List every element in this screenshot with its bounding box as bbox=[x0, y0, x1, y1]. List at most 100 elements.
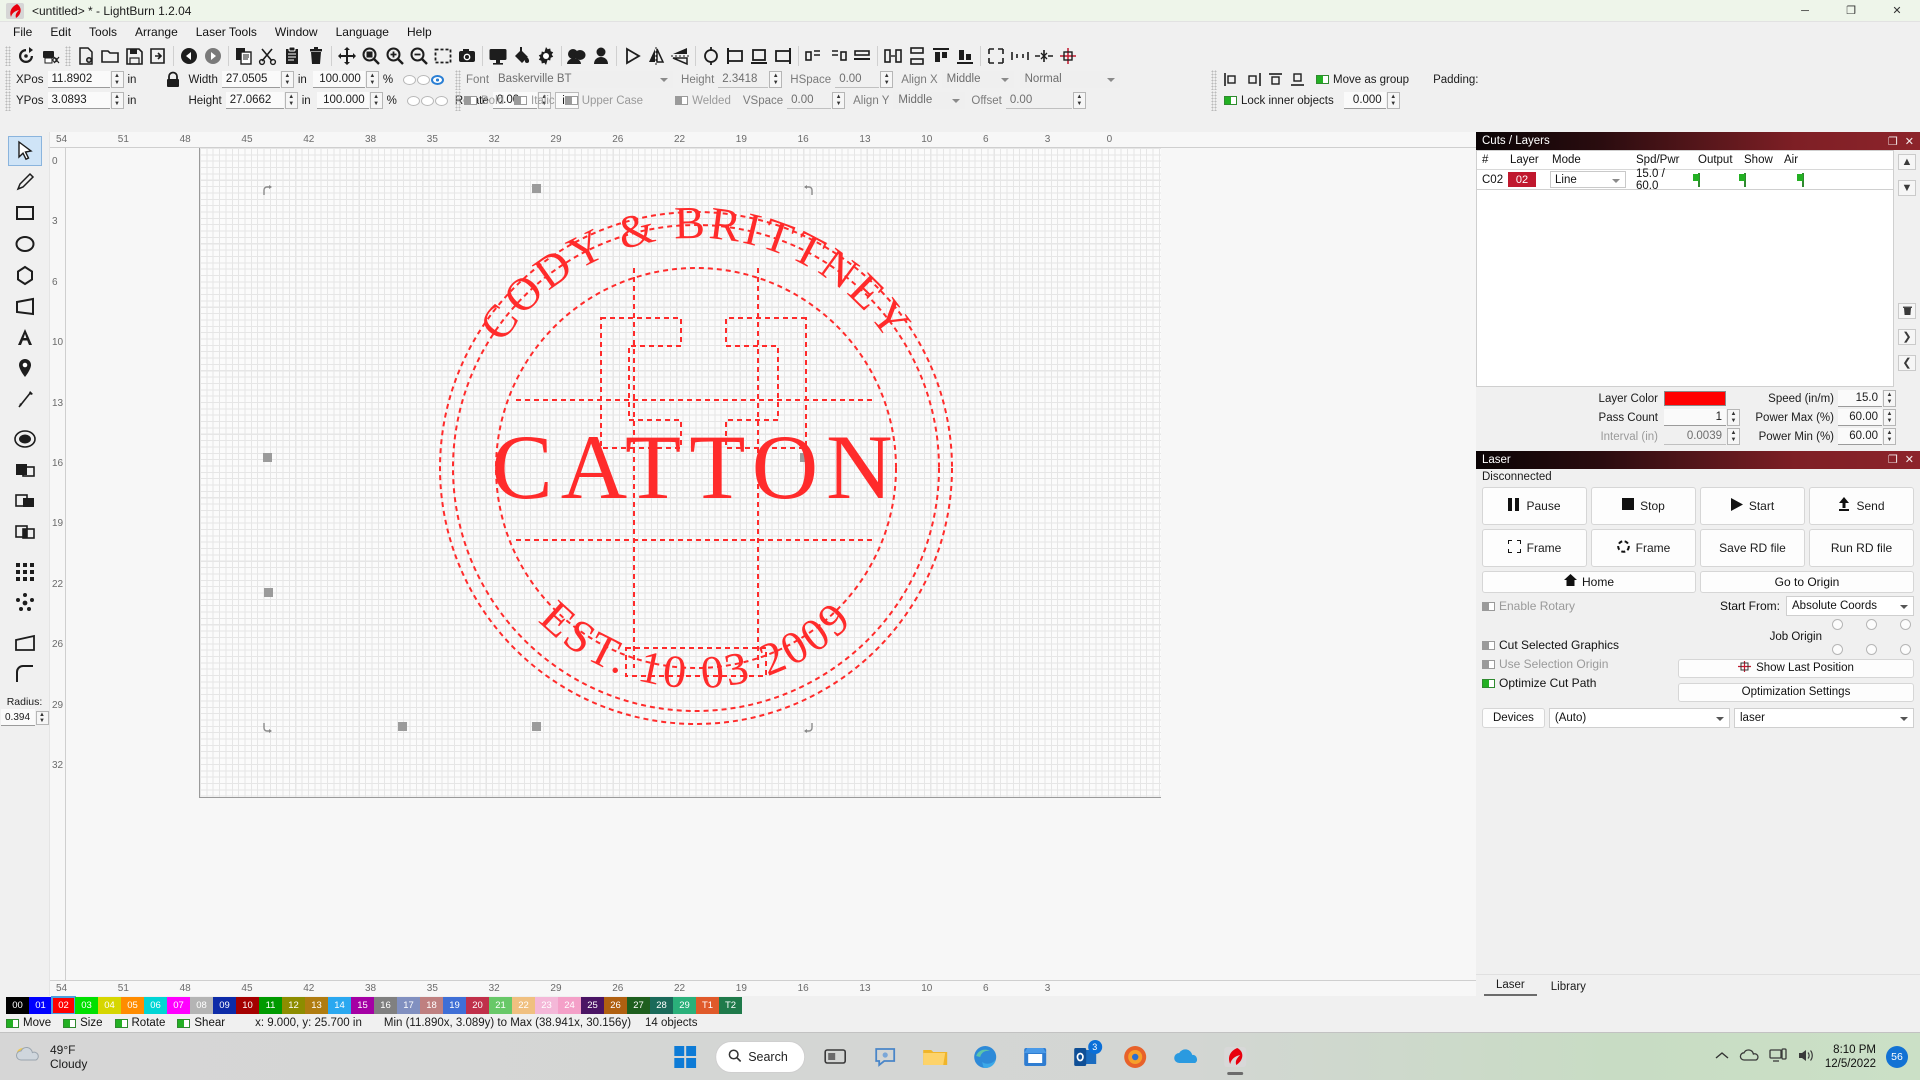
network-icon[interactable] bbox=[1769, 1047, 1787, 1066]
prop-grip-2[interactable] bbox=[5, 90, 11, 111]
group-align-top-icon[interactable] bbox=[1264, 70, 1286, 89]
palette-color-16[interactable]: 16 bbox=[374, 996, 397, 1014]
center-icon[interactable] bbox=[1056, 44, 1080, 68]
align-right-icon[interactable] bbox=[771, 44, 795, 68]
move-layer-right-icon[interactable]: ❯ bbox=[1898, 328, 1916, 345]
spacing-icon[interactable] bbox=[1032, 44, 1056, 68]
group-icon[interactable] bbox=[565, 44, 589, 68]
start-button[interactable]: Start bbox=[1700, 486, 1805, 525]
resize-handle-left[interactable] bbox=[263, 453, 272, 462]
width-percent-spinner[interactable]: ▲ ▼ bbox=[365, 71, 379, 88]
width-spinner[interactable]: ▲ ▼ bbox=[280, 71, 294, 88]
show-last-position-button[interactable]: Show Last Position bbox=[1678, 658, 1914, 678]
align-bottoms-icon[interactable] bbox=[953, 44, 977, 68]
group-align-left-icon[interactable] bbox=[1220, 70, 1242, 89]
menu-item-file[interactable]: File bbox=[4, 23, 41, 41]
optimize-cut-path-row[interactable]: Optimize Cut Path bbox=[1482, 674, 1670, 693]
file-explorer-icon[interactable] bbox=[915, 1037, 955, 1077]
array-grid-icon[interactable] bbox=[8, 557, 42, 587]
delete-icon[interactable] bbox=[304, 44, 328, 68]
palette-color-13[interactable]: 13 bbox=[305, 996, 328, 1014]
padding-spinner[interactable]: ▲ ▼ bbox=[1386, 92, 1400, 109]
welded-checkbox[interactable]: Welded bbox=[675, 95, 731, 107]
start-windows-icon[interactable] bbox=[665, 1037, 705, 1077]
palette-color-24[interactable]: 24 bbox=[558, 996, 581, 1014]
settings-icon[interactable] bbox=[534, 44, 558, 68]
palette-color-20[interactable]: 20 bbox=[466, 996, 489, 1014]
italic-checkbox[interactable]: Italic bbox=[514, 95, 555, 107]
padding-input[interactable]: 0.000 bbox=[1343, 92, 1386, 109]
weld-icon[interactable] bbox=[8, 628, 42, 658]
palette-color-22[interactable]: 22 bbox=[512, 996, 535, 1014]
ruler-top[interactable]: 54 51 48 45 42 38 35 32 29 26 22 19 16 13 10 6 3 0 bbox=[50, 132, 1476, 148]
font-height-spinner[interactable]: ▲ ▼ bbox=[769, 71, 783, 88]
palette-color-21[interactable]: 21 bbox=[489, 996, 512, 1014]
width-percent-input[interactable]: 100.000 bbox=[312, 71, 365, 88]
flood-fill-icon[interactable] bbox=[510, 44, 534, 68]
move-tool-icon[interactable] bbox=[335, 44, 359, 68]
toolbar-grip-2[interactable] bbox=[65, 45, 71, 66]
palette-color-25[interactable]: 25 bbox=[581, 996, 604, 1014]
resize-handle-left-lower[interactable] bbox=[264, 588, 273, 597]
palette-color-02[interactable]: 02 bbox=[51, 995, 76, 1015]
ypos-spinner[interactable]: ▲ ▼ bbox=[110, 92, 124, 109]
power-min-spinner[interactable]: ▲ ▼ bbox=[1883, 428, 1896, 445]
job-origin-tl[interactable] bbox=[1832, 618, 1843, 630]
height-input[interactable]: 27.0662 bbox=[225, 92, 284, 109]
vspace-spinner[interactable]: ▲ ▼ bbox=[832, 92, 846, 109]
chat-teams-icon[interactable] bbox=[865, 1037, 905, 1077]
power-max-spinner[interactable]: ▲ ▼ bbox=[1883, 409, 1896, 426]
zoom-in-icon[interactable] bbox=[383, 44, 407, 68]
canvas[interactable]: CODY & BRITTNEY EST. 10 03 2009 CATTON bbox=[66, 148, 1476, 980]
microsoft-store-icon[interactable] bbox=[1015, 1037, 1055, 1077]
move-layer-left-icon[interactable]: ❮ bbox=[1898, 354, 1916, 371]
go-to-origin-button[interactable]: Go to Origin bbox=[1700, 570, 1914, 593]
palette-color-07[interactable]: 07 bbox=[167, 996, 190, 1014]
search-input[interactable]: Search bbox=[715, 1040, 805, 1073]
ruler-left[interactable]: 0 3 6 10 13 16 19 22 26 29 32 bbox=[50, 148, 66, 980]
align-bottom-icon[interactable] bbox=[747, 44, 771, 68]
anchor-tr[interactable] bbox=[431, 74, 445, 85]
undo-icon[interactable] bbox=[177, 44, 201, 68]
device-combo[interactable]: (Auto) bbox=[1548, 707, 1730, 728]
chevron-up-icon[interactable] bbox=[1715, 1050, 1729, 1064]
frame-square-button[interactable]: Frame bbox=[1482, 528, 1587, 567]
row-layer-color[interactable]: 02 bbox=[1505, 172, 1547, 187]
radius-input[interactable]: 0.394 bbox=[0, 709, 35, 726]
toolbar-grip[interactable] bbox=[5, 45, 11, 66]
menu-item-tools[interactable]: Tools bbox=[80, 23, 126, 41]
font-grip[interactable] bbox=[455, 69, 461, 90]
menu-item-help[interactable]: Help bbox=[398, 23, 441, 41]
palette-color-08[interactable]: 08 bbox=[190, 996, 213, 1014]
taskbar-clock[interactable]: 8:10 PM 12/5/2022 bbox=[1825, 1043, 1876, 1071]
position-tool-icon[interactable] bbox=[8, 353, 42, 383]
design-artwork[interactable]: CODY & BRITTNEY EST. 10 03 2009 CATTON bbox=[396, 168, 996, 768]
speed-input[interactable]: 15.0 bbox=[1838, 390, 1882, 407]
lightburn-app-icon[interactable] bbox=[1215, 1037, 1255, 1077]
menu-item-arrange[interactable]: Arrange bbox=[126, 23, 187, 41]
power-min-input[interactable]: 60.00 bbox=[1838, 428, 1882, 445]
optimization-settings-button[interactable]: Optimization Settings bbox=[1678, 682, 1914, 702]
anchor-point-selector[interactable] bbox=[403, 74, 445, 85]
group-align-right-icon[interactable] bbox=[1242, 70, 1264, 89]
table-row[interactable]: C02 02 Line 15.0 / 60.0 bbox=[1477, 168, 1893, 192]
enable-rotary-row[interactable]: Enable Rotary bbox=[1482, 597, 1670, 616]
pass-count-input[interactable]: 1 bbox=[1664, 409, 1726, 426]
palette-color-03[interactable]: 03 bbox=[75, 996, 98, 1014]
palette-color-04[interactable]: 04 bbox=[98, 996, 121, 1014]
boolean-union-icon[interactable] bbox=[8, 455, 42, 485]
width-input[interactable]: 27.0505 bbox=[221, 71, 280, 88]
offset-spinner[interactable]: ▲ ▼ bbox=[1072, 92, 1086, 109]
camera-icon[interactable] bbox=[455, 44, 479, 68]
palette-color-T2[interactable]: T2 bbox=[719, 996, 742, 1014]
palette-color-19[interactable]: 19 bbox=[443, 996, 466, 1014]
height-spinner[interactable]: ▲ ▼ bbox=[284, 92, 298, 109]
anchor-br[interactable] bbox=[434, 95, 448, 106]
anchor-point-selector-2[interactable] bbox=[406, 95, 449, 106]
move-checkbox[interactable]: Move bbox=[6, 1017, 51, 1029]
row-output-toggle[interactable] bbox=[1693, 172, 1739, 187]
preview-icon[interactable] bbox=[486, 44, 510, 68]
ypos-input[interactable]: 3.0893 bbox=[47, 92, 110, 109]
layers-empty-body[interactable] bbox=[1476, 190, 1894, 387]
save-file-icon[interactable] bbox=[122, 44, 146, 68]
